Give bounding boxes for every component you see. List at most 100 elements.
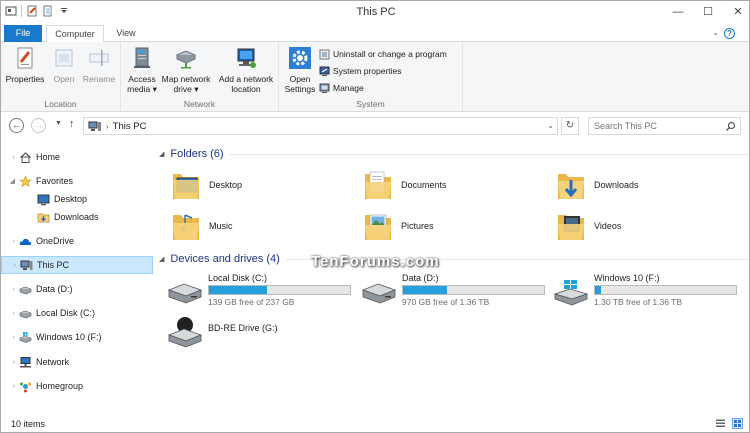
drive-free-space: 970 GB free of 1.36 TB <box>402 297 490 307</box>
properties-icon <box>17 47 33 69</box>
programs-icon <box>319 49 330 59</box>
drives-section-header[interactable]: ◢ Devices and drives (4) <box>159 253 749 265</box>
rename-icon <box>89 50 109 66</box>
nav-item-data-d[interactable]: › Data (D:) <box>1 280 153 298</box>
media-server-icon <box>134 47 150 68</box>
hard-drive-icon <box>167 283 203 304</box>
properties-button[interactable]: Properties <box>5 46 45 84</box>
expand-arrow-icon[interactable]: › <box>1 286 15 293</box>
nav-item-onedrive[interactable]: › OneDrive <box>1 232 153 250</box>
search-input[interactable] <box>594 121 714 131</box>
drive-free-space: 1.30 TB free of 1.36 TB <box>594 297 683 307</box>
folder-downloads[interactable]: Downloads <box>556 168 639 202</box>
pictures-folder-icon <box>365 214 391 240</box>
onedrive-cloud-icon <box>19 238 32 245</box>
expand-arrow-icon[interactable]: › <box>1 154 15 161</box>
minimize-icon[interactable]: — <box>671 6 685 18</box>
network-location-icon <box>237 48 256 68</box>
folder-pictures[interactable]: Pictures <box>363 209 434 243</box>
windows-drive-icon <box>553 280 589 306</box>
nav-item-windows10-f[interactable]: › Windows 10 (F:) <box>1 328 153 346</box>
settings-gear-icon <box>289 47 311 69</box>
computer-management-icon <box>319 83 330 93</box>
maximize-icon[interactable]: ☐ <box>701 5 715 18</box>
nav-item-this-pc[interactable]: › This PC <box>1 256 153 274</box>
collapse-section-icon[interactable]: ◢ <box>159 255 164 263</box>
hard-drive-icon <box>19 310 32 318</box>
expand-arrow-icon[interactable]: › <box>1 359 15 366</box>
nav-item-home[interactable]: › Home <box>1 148 153 166</box>
network-group-label: Network <box>183 99 216 109</box>
expand-arrow-icon[interactable]: › <box>1 383 15 390</box>
nav-item-desktop[interactable]: Desktop <box>1 190 153 208</box>
drive-usage-bar <box>208 285 351 295</box>
drive-name: BD-RE Drive (G:) <box>208 323 278 333</box>
folder-documents[interactable]: Documents <box>363 168 447 202</box>
videos-folder-icon <box>558 215 584 240</box>
up-button[interactable]: ↑ <box>69 118 75 130</box>
window-controls: — ☐ ✕ <box>671 5 745 19</box>
breadcrumb-separator-icon[interactable]: › <box>106 122 109 131</box>
tab-computer[interactable]: Computer <box>46 25 104 43</box>
collapse-arrow-icon[interactable]: ◢ <box>1 177 15 185</box>
uninstall-program-button[interactable]: Uninstall or change a program <box>319 47 447 61</box>
drive-data-d[interactable]: Data (D:) 970 GB free of 1.36 TB <box>361 273 545 307</box>
details-view-icon[interactable] <box>715 418 726 429</box>
drive-local-disk-c[interactable]: Local Disk (C:) 139 GB free of 237 GB <box>167 273 351 307</box>
refresh-button[interactable]: ↻ <box>561 117 579 135</box>
folders-section-header[interactable]: ◢ Folders (6) <box>159 148 749 160</box>
address-bar[interactable]: › This PC ⌄ <box>83 117 558 135</box>
nav-item-downloads[interactable]: Downloads <box>1 208 153 226</box>
expand-arrow-icon[interactable]: › <box>1 238 15 245</box>
nav-item-network[interactable]: › Network <box>1 353 153 371</box>
music-folder-icon <box>173 214 199 240</box>
nav-item-homegroup[interactable]: › Homegroup <box>1 377 153 395</box>
content-pane: ◢ Folders (6) Desktop Documents Download… <box>157 141 749 413</box>
folder-music[interactable]: Music <box>171 209 233 243</box>
nav-item-local-disk-c[interactable]: › Local Disk (C:) <box>1 304 153 322</box>
help-icon[interactable]: ? <box>724 28 735 39</box>
system-group: Open Settings Uninstall or change a prog… <box>279 42 463 112</box>
system-properties-button[interactable]: System properties <box>319 64 402 78</box>
collapse-ribbon-icon[interactable]: ⌄ <box>712 28 719 37</box>
access-media-button[interactable]: Access media ▾ <box>125 46 159 94</box>
network-icon <box>20 356 31 367</box>
desktop-icon <box>37 194 50 205</box>
expand-arrow-icon[interactable]: › <box>2 262 16 269</box>
status-bar: 10 items <box>1 415 749 432</box>
expand-arrow-icon[interactable]: › <box>1 310 15 317</box>
expand-arrow-icon[interactable]: › <box>1 334 15 341</box>
address-dropdown-icon[interactable]: ⌄ <box>547 121 554 130</box>
tiles-view-icon[interactable] <box>732 418 743 429</box>
back-button[interactable]: ← <box>9 118 24 133</box>
drive-name: Local Disk (C:) <box>208 273 268 283</box>
drive-windows10-f[interactable]: Windows 10 (F:) 1.30 TB free of 1.36 TB <box>553 273 737 307</box>
drive-name: Data (D:) <box>402 273 439 283</box>
map-network-drive-button[interactable]: Map network drive ▾ <box>159 46 213 94</box>
add-network-location-button[interactable]: Add a network location <box>215 46 277 94</box>
tab-file[interactable]: File <box>4 25 42 42</box>
collapse-section-icon[interactable]: ◢ <box>159 150 164 158</box>
forward-button[interactable]: → <box>31 118 46 133</box>
watermark-text: TenForums.com <box>311 253 440 270</box>
drive-free-space: 139 GB free of 237 GB <box>208 297 295 307</box>
folder-desktop[interactable]: Desktop <box>171 168 242 202</box>
drive-usage-bar <box>594 285 737 295</box>
breadcrumb-this-pc[interactable]: This PC <box>113 121 147 132</box>
folder-videos[interactable]: Videos <box>556 209 621 243</box>
open-settings-button[interactable]: Open Settings <box>283 46 317 94</box>
address-row: ← → ▼ ↑ › This PC ⌄ ↻ <box>1 114 749 138</box>
window-title: This PC <box>356 6 396 18</box>
drive-bd-re-g[interactable]: BD-RE Drive (G:) <box>167 315 278 349</box>
tab-view[interactable]: View <box>111 25 141 42</box>
recent-locations-icon[interactable]: ▼ <box>55 120 62 127</box>
open-button[interactable]: Open <box>49 46 79 84</box>
rename-button[interactable]: Rename <box>81 46 117 84</box>
manage-button[interactable]: Manage <box>319 81 364 95</box>
system-group-label: System <box>356 99 385 109</box>
drive-name: Windows 10 (F:) <box>594 273 660 283</box>
hard-drive-icon <box>19 286 32 294</box>
search-box[interactable] <box>588 117 741 135</box>
close-icon[interactable]: ✕ <box>731 5 745 18</box>
nav-item-favorites[interactable]: ◢ Favorites <box>1 172 153 190</box>
